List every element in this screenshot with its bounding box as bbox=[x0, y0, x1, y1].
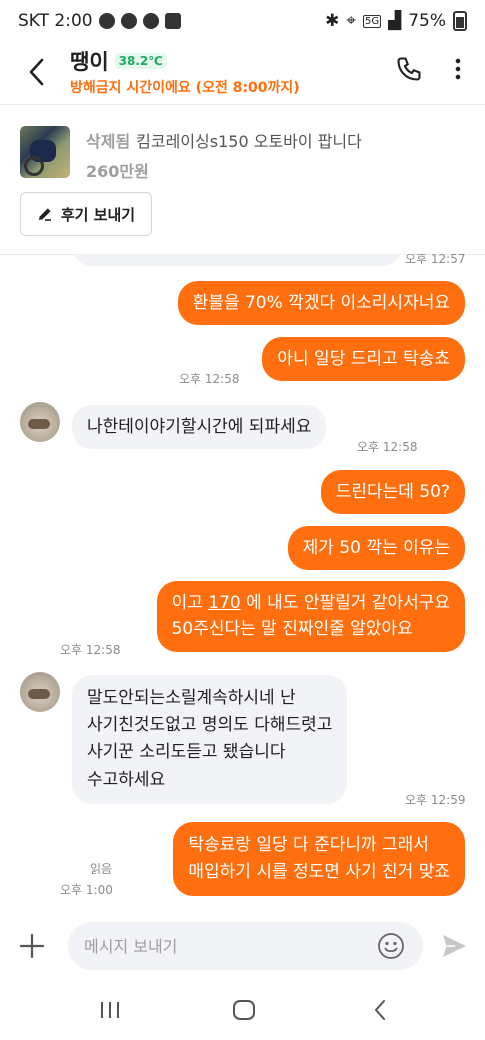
product-price: 260만원 bbox=[86, 162, 149, 181]
emoji-button[interactable] bbox=[377, 932, 405, 960]
message-bubble-outgoing[interactable]: 제가 50 깍는 이유는 bbox=[287, 526, 465, 571]
carrier-time: SKT 2:00 bbox=[18, 11, 93, 31]
message-time: 오후 12:58 bbox=[357, 440, 418, 454]
manner-temperature-badge[interactable]: 38.2℃ bbox=[114, 53, 167, 69]
send-icon bbox=[443, 935, 466, 957]
more-options-button[interactable] bbox=[446, 52, 470, 86]
call-button[interactable] bbox=[393, 52, 425, 86]
chat-messages[interactable]: 오후 12:57 환불을 70% 깍겠다 이소리시자너요 아니 일당 드리고 탁… bbox=[0, 254, 485, 914]
app-notification-icon bbox=[120, 13, 137, 29]
read-receipt: 읽음 bbox=[90, 862, 113, 876]
message-input-bar bbox=[0, 914, 485, 980]
product-thumbnail[interactable] bbox=[20, 126, 70, 178]
system-navigation-bar bbox=[0, 980, 485, 1040]
network-type: 5G bbox=[363, 14, 382, 28]
status-left: SKT 2:00 bbox=[18, 11, 181, 31]
message-bubble-outgoing[interactable]: 이고 170 에 내도 안팔릴거 같아서구요 50주신다는 말 진짜인줄 알았아… bbox=[156, 581, 465, 652]
attach-button[interactable] bbox=[18, 932, 46, 960]
chat-partner-name[interactable]: 땡이 bbox=[70, 46, 109, 76]
battery-icon bbox=[453, 11, 467, 31]
message-time: 오후 12:57 bbox=[405, 254, 466, 266]
sync-notification-icon bbox=[142, 13, 159, 29]
message-bubble-outgoing[interactable]: 드린다는데 50? bbox=[320, 470, 465, 515]
title-row: 땡이 38.2℃ bbox=[70, 46, 167, 76]
message-text: 이고 bbox=[171, 593, 209, 613]
message-bubble-incoming[interactable]: 나한테이야기할시간에 되파세요 bbox=[72, 405, 327, 450]
phone-icon bbox=[397, 57, 421, 81]
status-right: ✱ ⌖ 5G ▟ 75% bbox=[325, 11, 467, 31]
message-time: 오후 1:00 bbox=[60, 883, 113, 897]
message-time: 오후 12:58 bbox=[60, 643, 121, 657]
partner-avatar[interactable] bbox=[20, 402, 60, 442]
message-time: 오후 12:58 bbox=[179, 372, 240, 386]
message-bubble-outgoing[interactable]: 탁송료랑 일당 다 준다니까 그래서 매입하기 시를 정도면 사기 친거 맞죠 bbox=[173, 822, 465, 897]
back-arrow-icon bbox=[375, 1000, 385, 1020]
message-line: 이고 170 에 내도 안팔릴거 같아서구요 bbox=[172, 590, 450, 616]
partner-avatar[interactable] bbox=[20, 672, 60, 712]
message-line: 50주신다는 말 진짜인줄 알았아요 bbox=[171, 619, 413, 640]
product-name: 킴코레이싱s150 오토바이 팝니다 bbox=[136, 132, 362, 151]
battery-level: 75% bbox=[408, 11, 446, 31]
pencil-icon bbox=[38, 208, 51, 221]
product-status: 삭제됨 bbox=[86, 132, 131, 151]
recent-apps-icon bbox=[101, 1002, 119, 1018]
signal-icon: ▟ bbox=[388, 11, 402, 31]
recent-apps-button[interactable] bbox=[96, 998, 124, 1022]
do-not-disturb-notice: 방해금지 시간이에요 (오전 8:00까지) bbox=[70, 80, 300, 96]
message-bubble-outgoing[interactable]: 환불을 70% 깍겠다 이소리시자너요 bbox=[177, 281, 465, 326]
product-title-line[interactable]: 삭제됨 킴코레이싱s150 오토바이 팝니다 bbox=[86, 128, 362, 152]
number-link[interactable]: 170 bbox=[208, 593, 240, 613]
message-time: 오후 12:59 bbox=[405, 793, 466, 807]
smile-icon bbox=[378, 933, 404, 959]
chevron-left-icon bbox=[29, 58, 44, 86]
home-icon bbox=[233, 1000, 255, 1020]
system-back-button[interactable] bbox=[366, 998, 394, 1022]
location-icon: ⌖ bbox=[346, 11, 356, 31]
back-button[interactable] bbox=[20, 52, 52, 92]
message-bubble-incoming[interactable]: 말도안되는소릴계속하시네 난 사기친것도없고 명의도 다해드렷고 사기꾼 소리도… bbox=[72, 675, 348, 804]
plus-icon bbox=[19, 933, 45, 959]
chat-notification-icon bbox=[98, 13, 115, 29]
home-button[interactable] bbox=[230, 998, 258, 1022]
status-bar: SKT 2:00 ✱ ⌖ 5G ▟ 75% bbox=[0, 0, 485, 42]
send-review-button[interactable]: 후기 보내기 bbox=[20, 192, 152, 236]
chat-header: 땡이 38.2℃ 방해금지 시간이에요 (오전 8:00까지) bbox=[0, 42, 485, 104]
message-bubble-outgoing[interactable]: 아니 일당 드리고 탁송쵸 bbox=[262, 337, 465, 382]
product-card: 삭제됨 킴코레이싱s150 오토바이 팝니다 260만원 후기 보내기 bbox=[0, 104, 485, 254]
bluetooth-icon: ✱ bbox=[325, 11, 340, 31]
send-review-label: 후기 보내기 bbox=[60, 205, 136, 224]
message-input[interactable] bbox=[68, 922, 423, 970]
more-vertical-icon bbox=[455, 58, 461, 80]
send-button[interactable] bbox=[440, 932, 468, 960]
message-text: 에 내도 안팔릴거 같아서구요 bbox=[240, 593, 450, 613]
message-bubble-incoming[interactable] bbox=[72, 254, 402, 266]
gallery-notification-icon bbox=[164, 13, 181, 29]
